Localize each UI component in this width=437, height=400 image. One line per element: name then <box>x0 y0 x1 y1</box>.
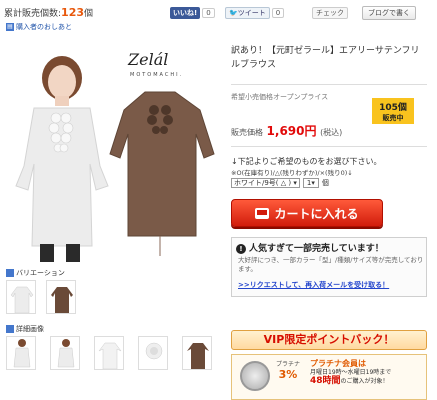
detail-thumb[interactable] <box>50 336 80 370</box>
detail-thumb[interactable] <box>138 336 168 370</box>
add-to-cart-label: カートに入れる <box>274 206 359 221</box>
quantity-unit: 個 <box>321 178 329 187</box>
divider <box>231 84 427 85</box>
vip-member-label: プラチナ会員は <box>310 359 366 368</box>
add-to-cart-button[interactable]: カートに入れる <box>231 199 383 227</box>
facebook-like-count: 0 <box>202 8 215 18</box>
detail-thumb[interactable] <box>94 336 124 370</box>
sales-count-unit: 個 <box>84 9 94 19</box>
sales-count-label: 累計販売個数: <box>4 9 62 19</box>
tweet-label: 🐦ツイート <box>225 7 270 19</box>
option-stock-note: ※O(在庫有り)/△(残りわずか)/×(残り0)↓ <box>231 169 353 177</box>
cart-icon <box>255 207 270 219</box>
msrp-label: 希望小売価格オープンプライス <box>231 93 329 101</box>
tweet-count: 0 <box>271 8 285 18</box>
price-value: 1,690円 <box>266 124 317 138</box>
option-selectors: ホワイト/9号( △ ) ▾ 1▾ 個 <box>231 177 329 188</box>
product-title: 訳あり！【元町ゼラール】エアリーサテンフリルブラウス <box>231 46 420 70</box>
brand-sub-logo: MOTOMACHI. <box>130 72 184 78</box>
detail-thumb[interactable] <box>182 336 212 370</box>
variation-thumb-brown[interactable] <box>46 280 76 314</box>
sales-count-value: 123 <box>61 6 85 19</box>
color-size-select-value: ホワイト/9号( △ ) <box>234 178 292 187</box>
facebook-like-label: いいね! <box>170 7 201 19</box>
facebook-like-button[interactable]: いいね! 0 <box>170 7 215 19</box>
sales-count: 累計販売個数:123個 <box>4 6 93 19</box>
blog-write-button[interactable]: ブログで書く <box>362 6 416 20</box>
chevron-down-icon: ▾ <box>311 178 315 187</box>
vip-body: プラチナ 3% プラチナ会員は 月曜日19時〜水曜日19時まで 48時間のご購入… <box>231 354 427 400</box>
price-label: 販売価格 <box>231 128 263 137</box>
vip-hours-suffix: のご購入が対象！ <box>340 378 389 385</box>
platinum-rank-label: プラチナ <box>276 361 301 368</box>
brand-logo: Zelál <box>128 50 169 69</box>
detail-icon <box>6 325 14 333</box>
price-tax-note: (税込) <box>320 128 343 137</box>
reviews-link[interactable]: ▤ 購入者のおしあと <box>6 22 72 32</box>
variation-thumb-white[interactable] <box>6 280 36 314</box>
check-button[interactable]: チェック <box>312 7 348 19</box>
stock-badge: 105個 販売中 <box>372 98 414 124</box>
color-size-select[interactable]: ホワイト/9号( △ ) ▾ <box>231 177 300 188</box>
sold-out-text: 大好評につき、一部カラー「型」/種類/サイズ等が完売しております。 <box>238 256 424 273</box>
sold-out-notice: ! 人気すぎて一部完売しています！ 大好評につき、一部カラー「型」/種類/サイズ等… <box>231 237 427 297</box>
variation-label: バリエーション <box>6 268 65 278</box>
quantity-select[interactable]: 1▾ <box>302 177 319 188</box>
platinum-rank: プラチナ 3% <box>276 359 300 381</box>
stock-label: 販売中 <box>382 114 404 122</box>
reviews-link-label: 購入者のおしあと <box>16 23 72 31</box>
tweet-button[interactable]: 🐦ツイート 0 <box>225 7 285 19</box>
sold-out-heading: ! 人気すぎて一部完売しています！ <box>236 241 384 254</box>
divider <box>231 146 427 147</box>
detail-images-label: 詳細画像 <box>6 324 44 334</box>
stock-count: 105個 <box>379 103 407 113</box>
platinum-percent: 3% <box>278 368 298 381</box>
product-photo <box>15 56 215 262</box>
chevron-down-icon: ▾ <box>293 178 297 187</box>
option-heading: ↓下記よりご希望のものをお選び下さい。 <box>231 157 382 166</box>
vip-hours: 48時間 <box>310 376 341 386</box>
variation-icon <box>6 269 14 277</box>
platinum-medal-icon <box>240 361 270 391</box>
price-row: 販売価格 1,690円 (税込) <box>231 122 342 139</box>
restock-request-link[interactable]: >>リクエストして、再入荷メールを受け取る！ <box>238 280 389 290</box>
vip-description: プラチナ会員は 月曜日19時〜水曜日19時まで 48時間のご購入が対象！ <box>310 359 424 386</box>
vip-title: VIP限定ポイントバック！ <box>231 330 427 350</box>
product-main-image[interactable]: Zelál MOTOMACHI. <box>0 36 222 262</box>
detail-thumb[interactable] <box>6 336 36 370</box>
vip-pointback-banner[interactable]: VIP限定ポイントバック！ プラチナ 3% プラチナ会員は 月曜日19時〜水曜日… <box>231 330 427 400</box>
exclamation-icon: ! <box>236 244 246 254</box>
document-icon: ▤ <box>6 23 14 31</box>
check-label: チェック <box>312 7 348 19</box>
